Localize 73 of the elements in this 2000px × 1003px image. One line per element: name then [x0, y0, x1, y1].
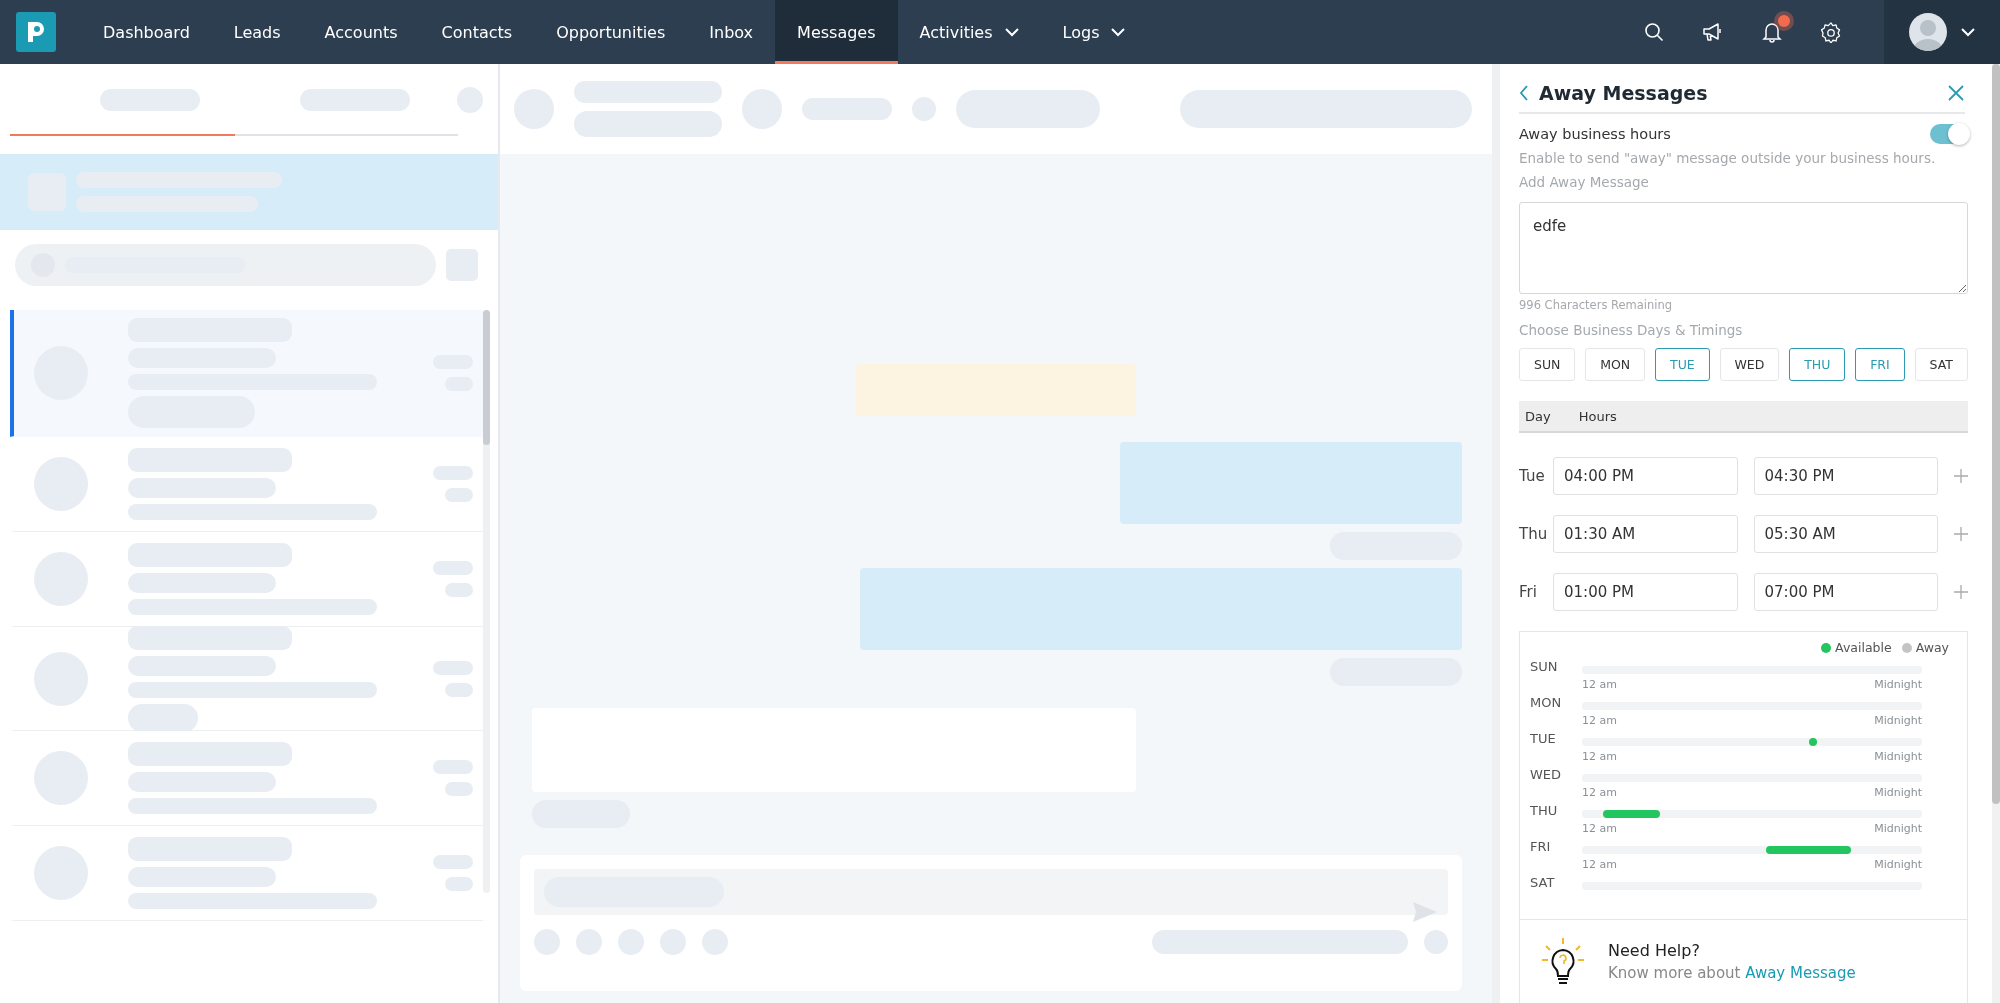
add-icon[interactable] — [1954, 585, 1968, 599]
nav-item[interactable]: Contacts — [419, 0, 535, 64]
time-field[interactable]: 01:30 AM — [1553, 515, 1738, 553]
day-label: TUE — [1530, 732, 1557, 746]
time-field[interactable]: 07:00 PM — [1753, 573, 1938, 611]
chevron-down-icon — [1004, 27, 1019, 37]
chevron-down-icon — [1111, 27, 1126, 37]
available-bar — [1808, 738, 1817, 746]
day-button[interactable]: WED — [1719, 348, 1780, 381]
day-label: SAT — [1530, 876, 1556, 890]
away-toggle[interactable] — [1930, 124, 1968, 144]
avatar-icon — [1909, 13, 1947, 51]
axis-label: Midnight — [1874, 822, 1922, 835]
hint-text: Enable to send "away" message outside your business hours. — [1519, 150, 1937, 166]
nav-item[interactable]: Opportunities — [534, 0, 688, 64]
add-icon[interactable] — [1954, 469, 1968, 483]
search-icon[interactable] — [1644, 22, 1664, 42]
axis-label: Midnight — [1874, 750, 1922, 763]
axis-label: Midnight — [1874, 858, 1922, 871]
column-header: Day — [1525, 408, 1551, 424]
profile-menu[interactable] — [1884, 0, 2000, 64]
chevron-down-icon — [1961, 27, 1975, 37]
day-button[interactable]: SAT — [1914, 348, 1968, 381]
panel-title: Away Messages — [1539, 82, 1709, 104]
axis-label: 12 am — [1582, 822, 1617, 835]
nav-item[interactable]: Logs — [1040, 0, 1148, 64]
day-label: FRI — [1530, 840, 1552, 854]
field-label: Add Away Message — [1519, 174, 1650, 190]
megaphone-icon[interactable] — [1702, 22, 1724, 42]
time-field[interactable]: 04:00 PM — [1553, 457, 1738, 495]
day-label: MON — [1530, 696, 1563, 710]
scrollbar[interactable] — [483, 310, 490, 893]
nav-item[interactable]: Accounts — [302, 0, 420, 64]
day-label: Fri — [1519, 583, 1538, 601]
axis-label: 12 am — [1582, 678, 1617, 691]
logo-icon[interactable] — [16, 12, 56, 52]
time-field[interactable]: 01:00 PM — [1553, 573, 1738, 611]
nav-item[interactable]: Leads — [211, 0, 303, 64]
nav-item[interactable]: Inbox — [687, 0, 776, 64]
axis-label: Midnight — [1874, 714, 1922, 727]
day-label: SUN — [1530, 660, 1559, 674]
bell-icon[interactable] — [1762, 21, 1782, 43]
scrollbar[interactable] — [1992, 64, 2000, 1003]
character-counter: 996 Characters Remaining — [1519, 298, 1674, 312]
axis-label: Midnight — [1874, 786, 1922, 799]
add-icon[interactable] — [1954, 527, 1968, 541]
axis-label: 12 am — [1582, 714, 1617, 727]
section-label: Choose Business Days & Timings — [1519, 322, 1744, 338]
nav-item[interactable]: Activities — [897, 0, 1041, 64]
day-button[interactable]: SUN — [1519, 348, 1576, 381]
time-field[interactable]: 04:30 PM — [1753, 457, 1938, 495]
available-bar — [1603, 810, 1660, 818]
nav-item[interactable]: Dashboard — [81, 0, 212, 64]
legend-label: Away — [1915, 640, 1949, 655]
column-header: Hours — [1578, 408, 1617, 424]
axis-label: 12 am — [1582, 858, 1617, 871]
toggle-label: Away business hours — [1519, 126, 1671, 142]
legend-label: Available — [1835, 640, 1892, 655]
message-field[interactable]: edfe — [1519, 202, 1968, 294]
nav-item[interactable]: Messages — [775, 0, 898, 64]
day-label: Tue — [1519, 467, 1543, 485]
help-text: Know more about Away Message — [1608, 964, 1856, 982]
day-label: WED — [1530, 768, 1563, 782]
settings-icon[interactable] — [1820, 21, 1842, 43]
axis-label: Midnight — [1874, 678, 1922, 691]
day-label: THU — [1530, 804, 1559, 818]
axis-label: 12 am — [1582, 750, 1617, 763]
close-icon[interactable] — [1947, 84, 1965, 102]
day-button[interactable]: MON — [1585, 348, 1646, 381]
back-icon[interactable] — [1519, 85, 1529, 101]
time-field[interactable]: 05:30 AM — [1753, 515, 1938, 553]
help-title: Need Help? — [1608, 941, 1701, 960]
axis-label: 12 am — [1582, 786, 1617, 799]
